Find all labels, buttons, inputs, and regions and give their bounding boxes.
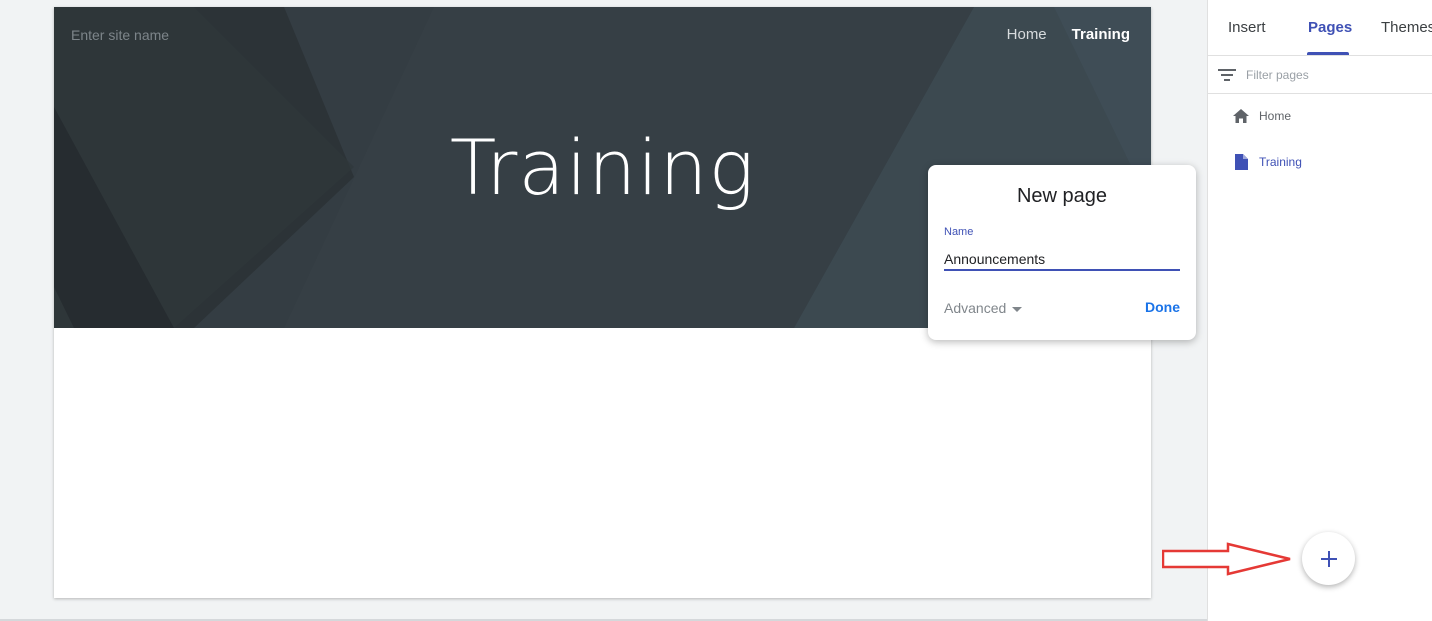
filter-pages-input[interactable]: Filter pages — [1246, 68, 1309, 82]
home-icon — [1233, 109, 1249, 123]
name-field-label: Name — [944, 226, 974, 238]
filter-icon — [1218, 69, 1236, 81]
name-field[interactable] — [944, 248, 1180, 271]
page-item-training[interactable]: Training — [1232, 153, 1302, 171]
active-tab-indicator — [1307, 52, 1349, 55]
new-page-dialog: New page Name Advanced Done — [928, 165, 1196, 340]
site-name-placeholder[interactable]: Enter site name — [71, 27, 169, 43]
advanced-label: Advanced — [944, 300, 1007, 316]
add-page-button[interactable] — [1302, 532, 1355, 585]
page-item-label: Training — [1259, 155, 1302, 169]
nav-link-training[interactable]: Training — [1072, 26, 1130, 43]
side-panel: Insert Pages Themes Filter pages Home Tr… — [1207, 0, 1432, 621]
page-icon — [1235, 154, 1248, 170]
filter-pages-bar[interactable]: Filter pages — [1208, 56, 1432, 94]
tab-pages[interactable]: Pages — [1308, 19, 1352, 36]
caret-down-icon — [1012, 307, 1023, 312]
nav-link-home[interactable]: Home — [1007, 26, 1047, 43]
advanced-dropdown[interactable]: Advanced — [944, 300, 1023, 316]
page-item-label: Home — [1259, 109, 1292, 123]
plus-icon — [1320, 550, 1337, 567]
done-button[interactable]: Done — [1145, 299, 1180, 315]
dialog-title: New page — [1016, 185, 1108, 207]
page-item-home[interactable]: Home — [1232, 108, 1291, 124]
panel-tabs: Insert Pages Themes — [1208, 0, 1432, 56]
tab-insert[interactable]: Insert — [1228, 19, 1266, 36]
site-nav: Home Training — [1007, 26, 1130, 43]
annotation-arrow-icon — [1162, 542, 1291, 576]
tab-themes[interactable]: Themes — [1381, 19, 1432, 36]
